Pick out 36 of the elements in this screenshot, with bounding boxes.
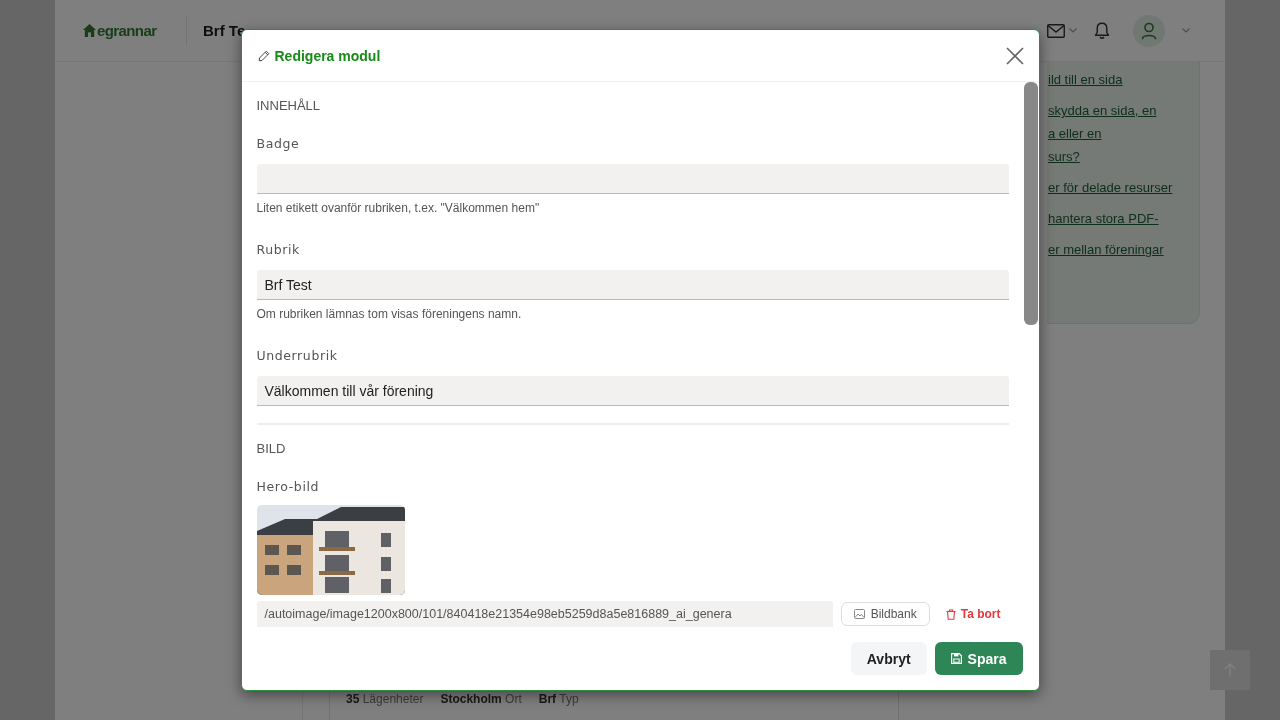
field-label: Underrubrik <box>256 348 339 364</box>
field-label: Hero-bild <box>256 479 321 495</box>
scrollbar[interactable] <box>1023 82 1038 325</box>
help-text: Om rubriken lämnas tom visas föreningens namn. <box>256 306 523 322</box>
house-icon <box>82 23 97 38</box>
text-field[interactable] <box>256 164 1009 194</box>
cancel-button[interactable]: Avbryt <box>850 642 927 675</box>
stat-text: 35 Lägenheter <box>346 691 424 707</box>
text-field[interactable]: Välkommen till vår förening <box>256 376 1009 406</box>
image-icon <box>853 609 865 619</box>
section-heading: BILD <box>256 441 287 457</box>
url-field[interactable]: /autoimage/image1200x800/101/840418e21354e98eb5259d8a5e816889_ai_genera <box>256 601 833 627</box>
help-link[interactable]: er mellan föreningar <box>1048 238 1193 261</box>
logo-text[interactable]: egrannar <box>97 22 157 39</box>
text-field[interactable]: Brf Test <box>256 270 1009 300</box>
pencil-icon <box>257 49 270 62</box>
dialog-title: Redigera modul <box>274 47 381 64</box>
chevron-down-icon[interactable] <box>1182 28 1190 33</box>
field-label: Rubrik <box>256 242 301 258</box>
trash-icon <box>945 608 956 620</box>
help-link[interactable]: ild till en sida <box>1048 68 1193 91</box>
close-icon[interactable] <box>1005 46 1024 65</box>
help-text: Liten etikett ovanför rubriken, t.ex. "Välkommen hem" <box>256 200 541 216</box>
section-heading: INNEHÅLL <box>256 98 322 114</box>
mail-icon[interactable] <box>1047 23 1065 38</box>
chevron-down-icon[interactable] <box>1069 28 1077 33</box>
save-button[interactable]: Spara <box>934 642 1023 675</box>
help-link[interactable]: er för delade resurser <box>1048 176 1193 199</box>
stat-text: Stockholm Ort <box>440 691 522 707</box>
bell-icon[interactable] <box>1094 21 1110 40</box>
field-label: Badge <box>256 136 301 152</box>
stat-text: Brf Typ <box>538 691 579 707</box>
help-link[interactable]: skydda en sida, en a eller en surs? <box>1048 99 1193 168</box>
avatar-icon[interactable] <box>1133 14 1165 47</box>
image-bank-button[interactable]: Bildbank <box>840 602 930 626</box>
help-link[interactable]: hantera stora PDF- <box>1048 207 1193 230</box>
